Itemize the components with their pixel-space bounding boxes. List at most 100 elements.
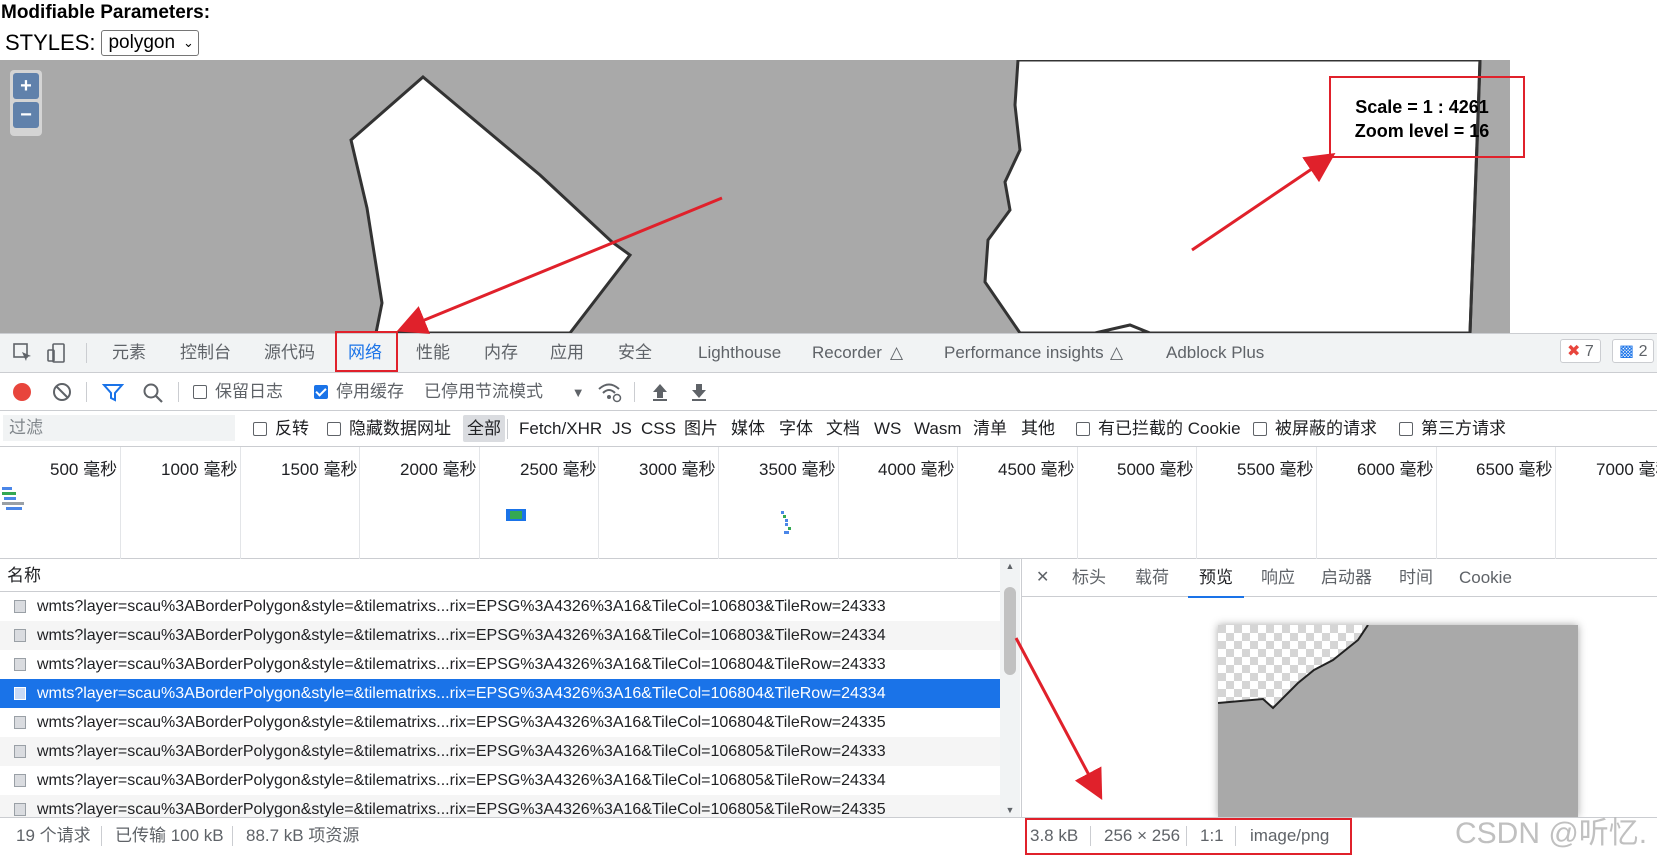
image-file-icon (14, 774, 26, 787)
search-icon[interactable] (142, 382, 164, 404)
request-url: wmts?layer=scau%3ABorderPolygon&style=&t… (37, 801, 886, 817)
table-row[interactable]: wmts?layer=scau%3ABorderPolygon&style=&t… (0, 795, 1000, 817)
import-har-icon[interactable] (651, 382, 669, 402)
request-url: wmts?layer=scau%3ABorderPolygon&style=&t… (37, 743, 886, 760)
disable-cache-toggle[interactable]: 停用缓存 (314, 373, 404, 410)
invert-toggle[interactable]: 反转 (253, 411, 309, 446)
flask-icon: △ (1110, 343, 1124, 362)
filter-type-other[interactable]: 其他 (1021, 411, 1055, 446)
filter-type-img[interactable]: 图片 (684, 411, 718, 446)
timeline-request-bars (2, 487, 791, 534)
tab-lighthouse[interactable]: Lighthouse (698, 334, 781, 372)
filter-icon[interactable] (102, 382, 124, 402)
device-toolbar-icon[interactable] (46, 342, 68, 364)
request-count: 19 个请求 (16, 826, 91, 845)
tab-initiator[interactable]: 启动器 (1321, 559, 1372, 596)
filter-type-all[interactable]: 全部 (463, 415, 505, 442)
zoom-in-button[interactable]: + (13, 73, 39, 99)
table-row[interactable]: wmts?layer=scau%3ABorderPolygon&style=&t… (0, 708, 1000, 737)
tab-application[interactable]: 应用 (550, 334, 584, 372)
hide-data-urls-label: 隐藏数据网址 (349, 419, 451, 438)
export-har-icon[interactable] (690, 382, 708, 402)
errors-badge[interactable]: ✖ 7 (1560, 339, 1601, 363)
tab-cookies[interactable]: Cookie (1459, 559, 1512, 596)
tab-headers[interactable]: 标头 (1072, 559, 1106, 596)
tab-performance[interactable]: 性能 (416, 334, 450, 372)
tab-preview[interactable]: 预览 (1188, 559, 1244, 598)
table-row[interactable]: wmts?layer=scau%3ABorderPolygon&style=&t… (0, 737, 1000, 766)
preserve-log-toggle[interactable]: 保留日志 (193, 373, 283, 410)
filter-type-js[interactable]: JS (612, 411, 632, 446)
details-panel: ✕ 标头 载荷 预览 响应 启动器 时间 Cookie (1022, 559, 1657, 817)
styles-label: STYLES: (5, 30, 96, 55)
map-polygons (349, 60, 1482, 333)
filter-input[interactable]: 过滤 (3, 415, 235, 441)
blocked-cookies-toggle[interactable]: 有已拦截的 Cookie (1076, 411, 1241, 446)
third-party-checkbox[interactable] (1399, 422, 1413, 436)
map-view[interactable] (0, 60, 1510, 333)
error-icon: ✖ (1567, 343, 1581, 360)
errors-count: 7 (1584, 343, 1594, 360)
table-row[interactable]: wmts?layer=scau%3ABorderPolygon&style=&t… (0, 621, 1000, 650)
divider (86, 343, 87, 363)
request-url: wmts?layer=scau%3ABorderPolygon&style=&t… (37, 656, 886, 673)
filter-type-css[interactable]: CSS (641, 411, 676, 446)
hide-data-urls-toggle[interactable]: 隐藏数据网址 (327, 411, 451, 446)
list-scrollbar[interactable]: ▲ ▼ (1000, 559, 1020, 817)
invert-checkbox[interactable] (253, 422, 267, 436)
throttling-select[interactable]: 已停用节流模式 ▼ (424, 373, 585, 410)
network-status-bar: 19 个请求 已传输 100 kB 88.7 kB 项资源 (0, 817, 1022, 853)
tab-timing[interactable]: 时间 (1399, 559, 1433, 596)
third-party-label: 第三方请求 (1421, 419, 1506, 438)
tab-security[interactable]: 安全 (618, 334, 652, 372)
tab-adblock-plus[interactable]: Adblock Plus (1166, 334, 1264, 372)
tab-sources[interactable]: 源代码 (264, 334, 315, 372)
tab-payload[interactable]: 载荷 (1135, 559, 1169, 596)
network-conditions-icon[interactable] (597, 381, 623, 403)
hide-data-urls-checkbox[interactable] (327, 422, 341, 436)
scrollbar-thumb[interactable] (1004, 587, 1016, 675)
table-row[interactable]: wmts?layer=scau%3ABorderPolygon&style=&t… (0, 592, 1000, 621)
image-file-icon (14, 600, 26, 613)
filter-type-font[interactable]: 字体 (779, 411, 813, 446)
filter-type-doc[interactable]: 文档 (826, 411, 860, 446)
scroll-down-icon[interactable]: ▼ (1000, 805, 1020, 815)
tab-console[interactable]: 控制台 (180, 334, 231, 372)
filter-type-manifest[interactable]: 清单 (973, 411, 1007, 446)
column-header-name[interactable]: 名称 (0, 559, 1000, 592)
scroll-up-icon[interactable]: ▲ (1000, 559, 1020, 573)
disable-cache-checkbox[interactable] (314, 385, 328, 399)
tab-performance-insights[interactable]: Performance insights (944, 334, 1104, 372)
blocked-cookies-checkbox[interactable] (1076, 422, 1090, 436)
third-party-toggle[interactable]: 第三方请求 (1399, 411, 1506, 446)
divider (178, 382, 179, 402)
messages-badge[interactable]: ▩ 2 (1612, 339, 1655, 363)
timeline-overview[interactable]: 500 毫秒 1000 毫秒 1500 毫秒 2000 毫秒 2500 毫秒 3… (0, 447, 1657, 559)
clear-icon[interactable] (52, 382, 72, 402)
tab-recorder[interactable]: Recorder (812, 334, 882, 372)
filter-type-fetch-xhr[interactable]: Fetch/XHR (519, 411, 602, 446)
table-row-selected[interactable]: wmts?layer=scau%3ABorderPolygon&style=&t… (0, 679, 1000, 708)
timeline-tick-label: 6500 毫秒 (1476, 460, 1553, 479)
blocked-requests-toggle[interactable]: 被屏蔽的请求 (1253, 411, 1377, 446)
divider (507, 419, 508, 439)
filter-type-media[interactable]: 媒体 (731, 411, 765, 446)
zoom-out-button[interactable]: − (13, 102, 39, 128)
tab-elements[interactable]: 元素 (112, 334, 146, 372)
table-row[interactable]: wmts?layer=scau%3ABorderPolygon&style=&t… (0, 650, 1000, 679)
filter-type-wasm[interactable]: Wasm (914, 411, 962, 446)
record-icon[interactable] (12, 382, 32, 402)
styles-select[interactable]: polygon ⌄ (101, 30, 199, 56)
tab-memory[interactable]: 内存 (484, 334, 518, 372)
blocked-requests-checkbox[interactable] (1253, 422, 1267, 436)
filter-type-ws[interactable]: WS (874, 411, 901, 446)
invert-label: 反转 (275, 419, 309, 438)
close-icon[interactable]: ✕ (1036, 559, 1049, 596)
preserve-log-checkbox[interactable] (193, 385, 207, 399)
details-tabs: ✕ 标头 载荷 预览 响应 启动器 时间 Cookie (1022, 559, 1657, 598)
inspect-element-icon[interactable] (12, 342, 34, 364)
zoom-level-line: Zoom level = 16 (1354, 121, 1490, 141)
table-row[interactable]: wmts?layer=scau%3ABorderPolygon&style=&t… (0, 766, 1000, 795)
timeline-gridline (1316, 447, 1317, 559)
tab-response[interactable]: 响应 (1261, 559, 1295, 596)
